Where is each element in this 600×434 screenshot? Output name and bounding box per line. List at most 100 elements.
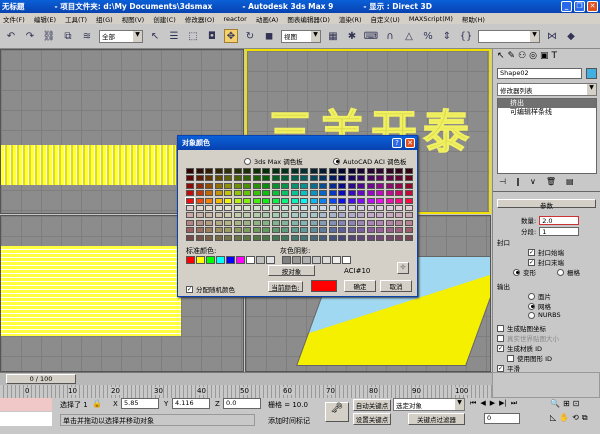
- palette-color-cell[interactable]: [395, 182, 403, 189]
- stack-item-extrude[interactable]: 挤出: [498, 99, 596, 108]
- dialog-close-button[interactable]: ✕: [405, 138, 415, 148]
- palette-color-cell[interactable]: [300, 175, 308, 182]
- palette-color-cell[interactable]: [319, 168, 327, 174]
- current-frame-input[interactable]: 0: [484, 413, 520, 424]
- palette-color-cell[interactable]: [186, 190, 194, 197]
- color-swatch[interactable]: [186, 256, 195, 264]
- palette-color-cell[interactable]: [338, 190, 346, 197]
- menu-item[interactable]: 视图(V): [122, 14, 145, 24]
- palette-color-cell[interactable]: [271, 182, 280, 189]
- palette-color-cell[interactable]: [309, 168, 318, 174]
- palette-color-cell[interactable]: [186, 219, 194, 226]
- palette-color-cell[interactable]: [328, 219, 337, 226]
- palette-color-cell[interactable]: [262, 197, 270, 204]
- palette-color-cell[interactable]: [309, 219, 318, 226]
- palette-color-cell[interactable]: [243, 197, 251, 204]
- move-icon[interactable]: ✥: [224, 29, 238, 43]
- rect-selection-icon[interactable]: ⬚: [186, 29, 200, 43]
- palette-color-cell[interactable]: [328, 197, 337, 204]
- palette-color-cell[interactable]: [224, 197, 232, 204]
- maxscript-input[interactable]: [0, 412, 52, 426]
- palette-color-cell[interactable]: [395, 175, 403, 182]
- go-to-end-icon[interactable]: ⏭: [511, 399, 517, 408]
- color-swatch[interactable]: [196, 256, 205, 264]
- window-crossing-icon[interactable]: ◘: [205, 29, 219, 43]
- palette-color-cell[interactable]: [290, 234, 299, 241]
- palette-color-cell[interactable]: [309, 182, 318, 189]
- percent-snap-icon[interactable]: %: [421, 29, 435, 43]
- palette-color-cell[interactable]: [290, 190, 299, 197]
- palette-color-cell[interactable]: [195, 175, 204, 182]
- palette-color-cell[interactable]: [290, 219, 299, 226]
- palette-color-cell[interactable]: [300, 190, 308, 197]
- palette-color-cell[interactable]: [205, 205, 213, 211]
- palette-color-cell[interactable]: [243, 227, 251, 234]
- palette-color-cell[interactable]: [366, 205, 375, 211]
- palette-color-cell[interactable]: [328, 168, 337, 174]
- palette-color-cell[interactable]: [347, 197, 356, 204]
- palette-color-cell[interactable]: [290, 197, 299, 204]
- coord-system-dropdown[interactable]: 视图 ▼: [281, 29, 321, 43]
- palette-color-cell[interactable]: [357, 197, 365, 204]
- palette-color-cell[interactable]: [366, 212, 375, 219]
- palette-color-cell[interactable]: [357, 212, 365, 219]
- palette-color-cell[interactable]: [252, 197, 261, 204]
- palette-color-cell[interactable]: [224, 234, 232, 241]
- palette-color-cell[interactable]: [338, 197, 346, 204]
- palette-color-cell[interactable]: [404, 219, 413, 226]
- palette-color-cell[interactable]: [328, 175, 337, 182]
- palette-color-cell[interactable]: [338, 234, 346, 241]
- menu-item[interactable]: 组(G): [96, 14, 113, 24]
- palette-color-cell[interactable]: [395, 168, 403, 174]
- palette-color-cell[interactable]: [214, 205, 223, 211]
- palette-color-cell[interactable]: [319, 175, 327, 182]
- palette-color-cell[interactable]: [347, 227, 356, 234]
- palette-color-cell[interactable]: [186, 227, 194, 234]
- close-button[interactable]: ✕: [587, 1, 598, 12]
- palette-color-cell[interactable]: [319, 205, 327, 211]
- color-swatch[interactable]: [236, 256, 245, 264]
- menu-item[interactable]: 图表编辑器(D): [287, 14, 330, 24]
- palette-color-cell[interactable]: [385, 219, 394, 226]
- palette-color-cell[interactable]: [233, 227, 242, 234]
- palette-color-cell[interactable]: [262, 219, 270, 226]
- color-swatch[interactable]: [312, 256, 321, 264]
- palette-color-cell[interactable]: [319, 212, 327, 219]
- palette-color-cell[interactable]: [262, 190, 270, 197]
- palette-color-cell[interactable]: [319, 219, 327, 226]
- palette-color-cell[interactable]: [404, 197, 413, 204]
- palette-color-cell[interactable]: [385, 197, 394, 204]
- hierarchy-tab-icon[interactable]: ⚇: [518, 51, 526, 61]
- palette-color-cell[interactable]: [328, 182, 337, 189]
- palette-color-cell[interactable]: [290, 205, 299, 211]
- palette-color-cell[interactable]: [309, 175, 318, 182]
- palette-color-cell[interactable]: [224, 175, 232, 182]
- palette-color-cell[interactable]: [404, 212, 413, 219]
- motion-tab-icon[interactable]: ◎: [529, 51, 537, 61]
- palette-color-cell[interactable]: [252, 212, 261, 219]
- palette-color-cell[interactable]: [281, 197, 289, 204]
- palette-color-cell[interactable]: [186, 234, 194, 241]
- cancel-button[interactable]: 取消: [380, 280, 412, 292]
- palette-color-cell[interactable]: [224, 190, 232, 197]
- current-color-swatch[interactable]: [311, 280, 337, 292]
- track-bar[interactable]: 0 10 20 30 40 50 60 70 80 90 100: [0, 385, 492, 398]
- palette-color-cell[interactable]: [366, 190, 375, 197]
- menu-item[interactable]: 动画(A): [256, 14, 279, 24]
- palette-color-cell[interactable]: [338, 168, 346, 174]
- palette-color-cell[interactable]: [252, 205, 261, 211]
- palette-color-cell[interactable]: [395, 197, 403, 204]
- palette-color-cell[interactable]: [262, 205, 270, 211]
- morph-radio[interactable]: [513, 268, 520, 276]
- palette-color-cell[interactable]: [300, 182, 308, 189]
- palette-color-cell[interactable]: [205, 212, 213, 219]
- palette-color-cell[interactable]: [243, 219, 251, 226]
- color-palette[interactable]: [185, 168, 414, 242]
- palette-color-cell[interactable]: [195, 182, 204, 189]
- menu-item[interactable]: reactor: [224, 15, 247, 23]
- object-name-input[interactable]: Shape02: [497, 68, 582, 79]
- spinner-snap-icon[interactable]: ⇕: [440, 29, 454, 43]
- palette-color-cell[interactable]: [214, 175, 223, 182]
- redo-icon[interactable]: ↷: [23, 29, 37, 43]
- gen-mat-ids-checkbox[interactable]: ✓: [497, 344, 504, 352]
